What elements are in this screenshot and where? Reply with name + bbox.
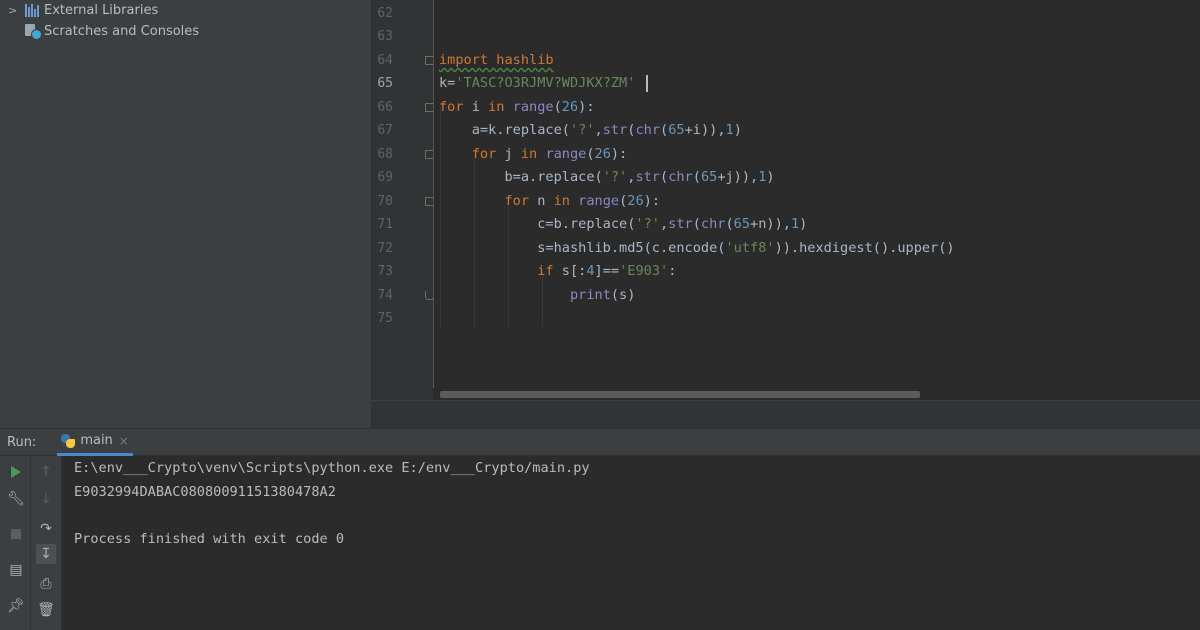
printer-icon: ⎙ <box>40 576 52 592</box>
project-tool-window: > External Libraries Scratches and Conso… <box>0 0 371 428</box>
line-number: 71 <box>377 217 393 232</box>
tree-item-external-libraries[interactable]: > External Libraries <box>0 0 158 21</box>
editor-bottom-strip <box>371 400 1200 428</box>
code-line-66[interactable]: for i in range(26): <box>439 96 595 119</box>
run-tab-main[interactable]: main × <box>57 429 133 456</box>
stop-button[interactable] <box>6 524 26 544</box>
wrench-icon: 🔧︎ <box>7 491 25 507</box>
code-text: b=a.replace('?',str(chr(65+j)),1) <box>439 169 775 185</box>
line-number: 74 <box>377 288 393 303</box>
settings-wrench-button[interactable]: 🔧︎ <box>6 489 26 509</box>
run-console-output[interactable]: E:\env___Crypto\venv\Scripts\python.exe … <box>62 456 1200 630</box>
tree-item-label: Scratches and Consoles <box>44 24 200 39</box>
library-icon <box>25 4 41 17</box>
play-icon <box>11 466 21 478</box>
scroll-to-end-button[interactable]: ↧ <box>36 544 56 564</box>
close-icon[interactable]: × <box>119 434 129 448</box>
pin-tab-button[interactable]: 📌︎ <box>6 596 26 616</box>
tree-item-label: External Libraries <box>44 3 159 18</box>
tree-item-scratches[interactable]: Scratches and Consoles <box>0 21 199 42</box>
code-line-74[interactable]: print(s) <box>439 284 635 307</box>
code-text: import hashlib <box>439 52 554 68</box>
code-text: a=k.replace('?',str(chr(65+i)),1) <box>439 122 742 138</box>
code-line-68[interactable]: for j in range(26): <box>439 143 628 166</box>
code-editor[interactable]: 62 63 64 65 66 67 68 69 70 71 72 73 74 7… <box>371 0 1200 428</box>
run-tab-label: main <box>80 433 113 448</box>
layout-button[interactable]: ▤ <box>6 560 26 580</box>
code-line-71[interactable]: c=b.replace('?',str(chr(65+n)),1) <box>439 213 807 236</box>
trash-icon: 🗑︎ <box>37 602 55 618</box>
layout-icon: ▤ <box>9 562 23 578</box>
code-line-72[interactable]: s=hashlib.md5(c.encode('utf8')).hexdiges… <box>439 237 955 260</box>
clear-all-button[interactable]: 🗑︎ <box>36 600 56 620</box>
code-text: c=b.replace('?',str(chr(65+n)),1) <box>439 216 808 232</box>
line-number: 70 <box>377 194 393 209</box>
line-number-current: 65 <box>377 76 393 91</box>
run-label: Run: <box>7 434 37 450</box>
arrow-down-icon: ↓ <box>40 491 52 507</box>
chevron-right-icon[interactable]: > <box>8 4 20 17</box>
line-number: 67 <box>377 123 393 138</box>
code-text: for n in range(26): <box>504 193 661 209</box>
gutter-separator <box>433 0 434 400</box>
console-line: E9032994DABAC08080091151380478A2 <box>74 484 336 500</box>
line-number: 62 <box>377 6 393 21</box>
run-tool-window-header: Run: main × <box>0 428 1200 456</box>
horizontal-scrollbar-thumb[interactable] <box>440 391 920 398</box>
line-number: 73 <box>377 264 393 279</box>
stop-icon <box>11 529 21 539</box>
scratches-icon <box>25 23 42 40</box>
pin-icon: 📌︎ <box>7 598 25 614</box>
code-text: if s[:4]=='E903': <box>537 263 677 279</box>
print-button[interactable]: ⎙ <box>36 574 56 594</box>
line-number: 69 <box>377 170 393 185</box>
console-line: Process finished with exit code 0 <box>74 531 345 547</box>
code-line-67[interactable]: a=k.replace('?',str(chr(65+i)),1) <box>439 119 742 142</box>
scroll-up-button[interactable]: ↑ <box>36 462 56 482</box>
line-number: 75 <box>377 311 393 326</box>
code-line-65[interactable]: k='TASC?O3RJMV?WDJKX?ZM' <box>439 72 635 95</box>
code-text: k='TASC?O3RJMV?WDJKX?ZM' <box>439 75 636 91</box>
line-number: 64 <box>377 53 393 68</box>
code-text: print(s) <box>569 287 636 303</box>
arrow-up-icon: ↑ <box>40 464 52 480</box>
scroll-to-end-icon: ↧ <box>40 546 52 562</box>
code-line-73[interactable]: if s[:4]=='E903': <box>439 260 676 283</box>
python-icon <box>61 433 76 448</box>
code-text: for j in range(26): <box>471 146 628 162</box>
line-number-gutter: 62 63 64 65 66 67 68 69 70 71 72 73 74 7… <box>371 0 434 400</box>
run-toolbar-primary: 🔧︎ ▤ 📌︎ <box>0 456 31 630</box>
line-number: 63 <box>377 29 393 44</box>
run-toolbar-secondary: ↑ ↓ ↷ ↧ ⎙ 🗑︎ <box>31 456 62 630</box>
soft-wrap-icon: ↷ <box>40 521 52 537</box>
code-line-69[interactable]: b=a.replace('?',str(chr(65+j)),1) <box>439 166 775 189</box>
text-caret <box>646 75 648 92</box>
line-number: 72 <box>377 241 393 256</box>
code-text: s=hashlib.md5(c.encode('utf8')).hexdiges… <box>439 240 955 256</box>
line-number: 66 <box>377 100 393 115</box>
soft-wrap-button[interactable]: ↷ <box>36 519 56 539</box>
code-line-64[interactable]: import hashlib <box>439 49 554 72</box>
code-text: for i in range(26): <box>439 99 595 115</box>
line-number: 68 <box>377 147 393 162</box>
console-line: E:\env___Crypto\venv\Scripts\python.exe … <box>74 460 590 476</box>
rerun-button[interactable] <box>6 462 26 482</box>
code-line-70[interactable]: for n in range(26): <box>439 190 660 213</box>
scroll-down-button[interactable]: ↓ <box>36 489 56 509</box>
